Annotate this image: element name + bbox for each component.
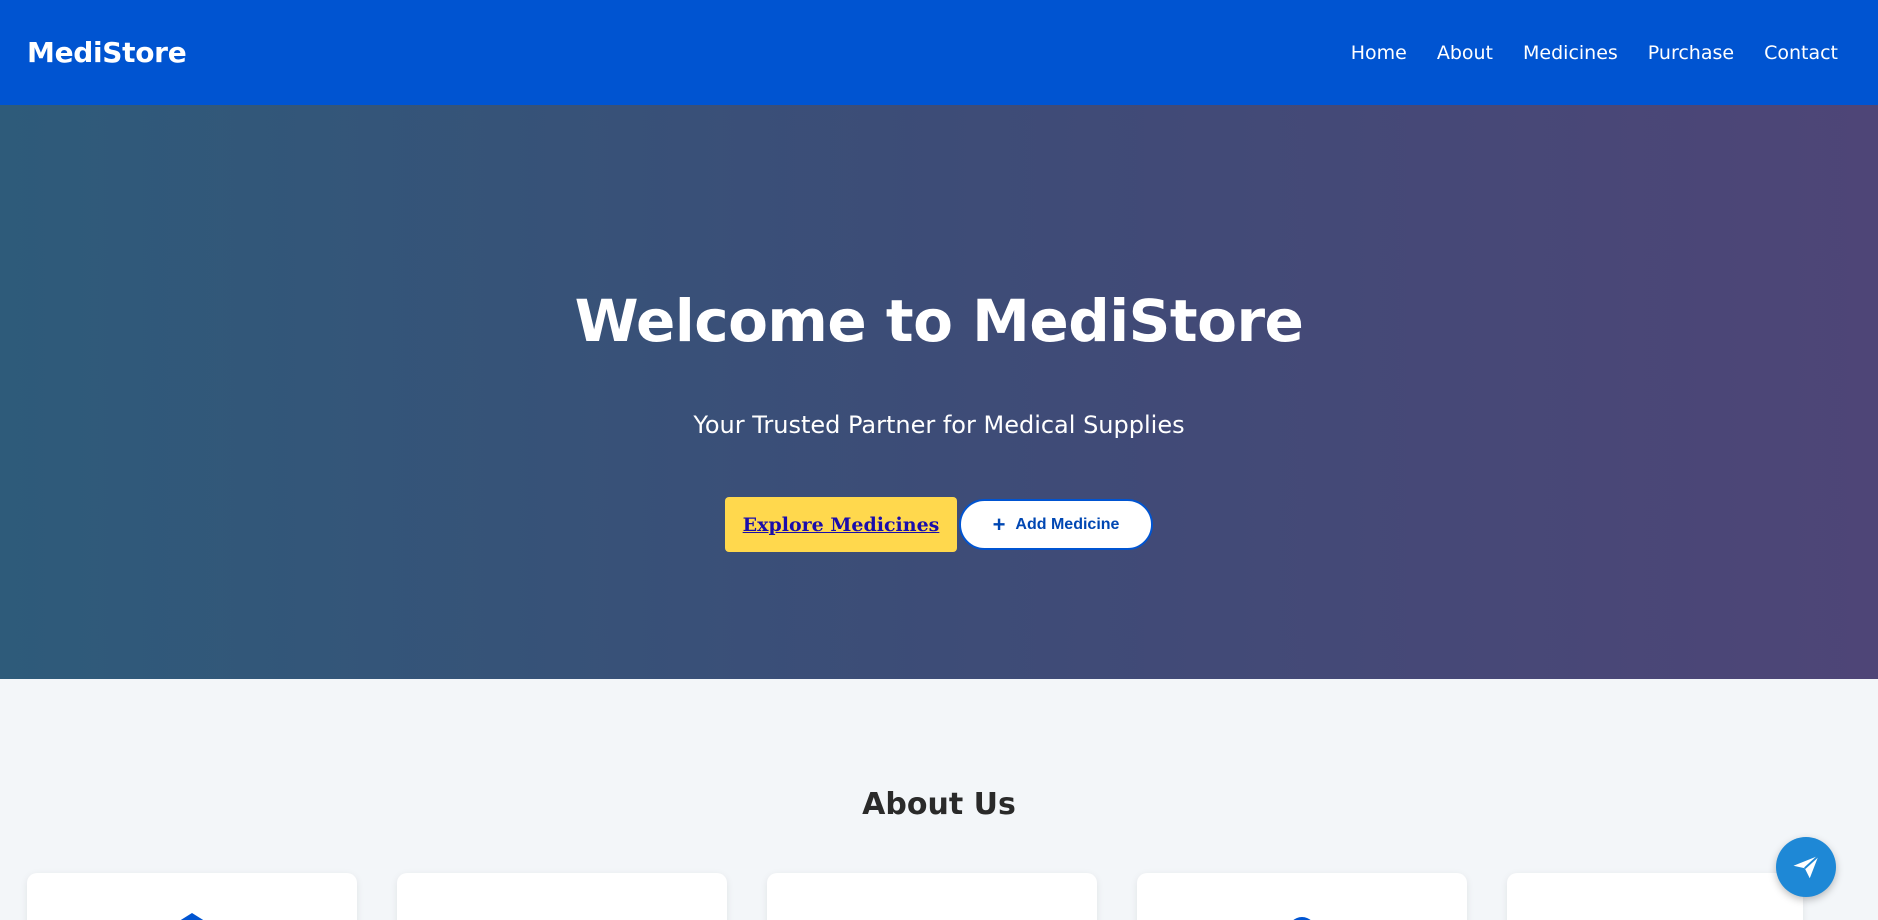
hero-section: Welcome to MediStore Your Trusted Partne… (0, 105, 1878, 679)
about-card (397, 873, 727, 920)
add-medicine-label: Add Medicine (1015, 515, 1120, 533)
navbar: MediStore Home About Medicines Purchase … (0, 0, 1878, 105)
nav-link-purchase[interactable]: Purchase (1648, 42, 1734, 64)
brand-logo[interactable]: MediStore (27, 36, 187, 69)
hero-subtitle: Your Trusted Partner for Medical Supplie… (693, 411, 1185, 439)
add-medicine-button[interactable]: + Add Medicine (959, 499, 1153, 550)
globe-icon (1293, 917, 1311, 920)
about-card (1507, 873, 1803, 920)
calendar-icon (1635, 909, 1675, 920)
about-section: About Us (0, 679, 1878, 920)
about-cards (27, 873, 1878, 920)
about-card (1137, 873, 1467, 920)
about-card (27, 873, 357, 920)
hero-actions: Explore Medicines + Add Medicine (725, 497, 1153, 552)
graduation-cap-icon (180, 913, 204, 920)
chat-fab-button[interactable] (1776, 837, 1836, 897)
nav-link-home[interactable]: Home (1351, 42, 1407, 64)
user-icon (912, 909, 952, 920)
paper-plane-icon (1793, 855, 1820, 879)
nav-link-about[interactable]: About (1437, 42, 1493, 64)
nav-link-contact[interactable]: Contact (1764, 42, 1838, 64)
nav-link-medicines[interactable]: Medicines (1523, 42, 1618, 64)
plus-icon: + (992, 511, 1006, 537)
about-title: About Us (862, 787, 1016, 822)
about-card (767, 873, 1097, 920)
explore-medicines-button[interactable]: Explore Medicines (725, 497, 957, 552)
info-icon (542, 909, 582, 920)
hero-title: Welcome to MediStore (574, 287, 1304, 355)
nav-links: Home About Medicines Purchase Contact (1351, 42, 1838, 64)
